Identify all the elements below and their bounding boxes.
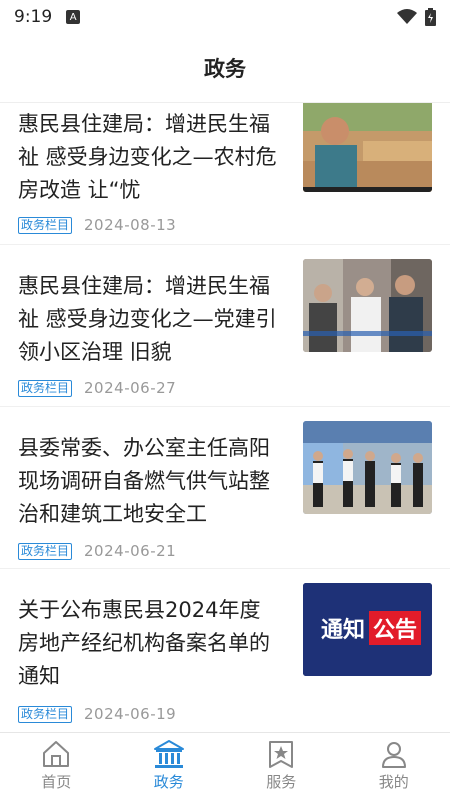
article-date: 2024-06-27	[84, 379, 176, 397]
article-thumbnail	[303, 102, 432, 192]
list-item[interactable]: 县委常委、办公室主任高阳现场调研自备燃气供气站整治和建筑工地安全工 政务栏目 2…	[0, 407, 450, 569]
notice-text: 通知	[321, 617, 365, 643]
battery-icon	[425, 8, 436, 26]
article-thumbnail: 通知 公告	[303, 583, 432, 676]
status-bar: 9:19 A	[0, 0, 450, 34]
article-tag: 政务栏目	[18, 543, 72, 560]
article-title: 关于公布惠民县2024年度房地产经纪机构备案名单的通知	[18, 594, 280, 693]
tab-label: 政务	[154, 771, 184, 792]
article-title: 惠民县住建局：增进民生福祉 感受身边变化之—党建引领小区治理 旧貌	[18, 270, 280, 369]
article-list[interactable]: 惠民县住建局：增进民生福祉 感受身边变化之—农村危房改造 让“忧 政务栏目 20…	[0, 102, 450, 733]
wifi-icon	[397, 9, 417, 25]
list-item[interactable]: 惠民县住建局：增进民生福祉 感受身边变化之—农村危房改造 让“忧 政务栏目 20…	[0, 102, 450, 245]
article-tag: 政务栏目	[18, 380, 72, 397]
tab-services[interactable]: 服务	[225, 733, 338, 801]
article-thumbnail	[303, 259, 432, 352]
list-item[interactable]: 惠民县住建局：增进民生福祉 感受身边变化之—党建引领小区治理 旧貌 政务栏目 2…	[0, 245, 450, 407]
government-icon	[153, 739, 185, 769]
article-thumbnail	[303, 421, 432, 514]
tab-label: 服务	[266, 771, 296, 792]
announcement-text: 公告	[373, 618, 417, 643]
bookmark-star-icon	[266, 739, 296, 769]
tab-label: 首页	[41, 771, 71, 792]
user-icon	[379, 739, 409, 769]
tab-government[interactable]: 政务	[113, 733, 226, 801]
bottom-tab-bar: 首页 政务 服务 我的	[0, 732, 450, 801]
tab-label: 我的	[379, 771, 409, 792]
notice-banner-image: 通知 公告	[303, 583, 432, 676]
home-icon	[41, 739, 71, 769]
article-date: 2024-06-21	[84, 542, 176, 560]
article-tag: 政务栏目	[18, 217, 72, 234]
article-date: 2024-08-13	[84, 216, 176, 234]
article-date: 2024-06-19	[84, 705, 176, 723]
notification-icon: A	[66, 10, 80, 24]
status-time: 9:19	[14, 7, 52, 27]
article-title: 县委常委、办公室主任高阳现场调研自备燃气供气站整治和建筑工地安全工	[18, 432, 280, 531]
article-title: 惠民县住建局：增进民生福祉 感受身边变化之—农村危房改造 让“忧	[18, 108, 280, 207]
article-tag: 政务栏目	[18, 706, 72, 723]
page-title: 政务	[0, 34, 450, 102]
tab-home[interactable]: 首页	[0, 733, 113, 801]
tab-profile[interactable]: 我的	[338, 733, 450, 801]
list-item[interactable]: 关于公布惠民县2024年度房地产经纪机构备案名单的通知 政务栏目 2024-06…	[0, 569, 450, 733]
